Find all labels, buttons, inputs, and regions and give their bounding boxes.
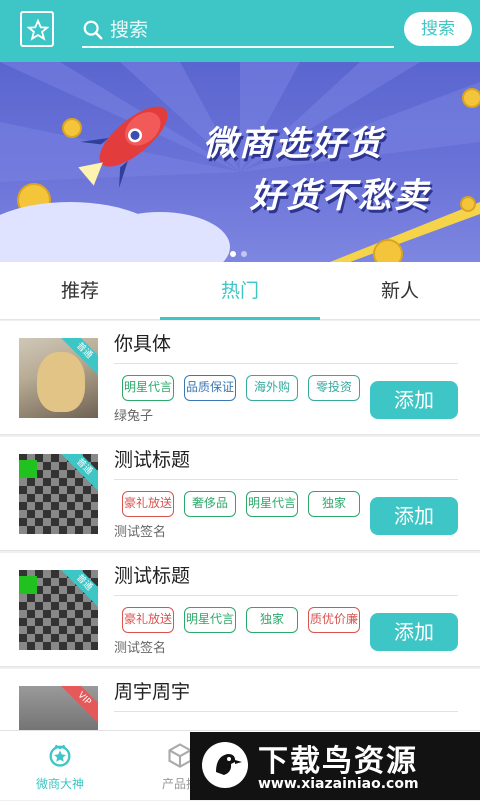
divider (114, 711, 458, 712)
bird-icon (216, 754, 242, 775)
search-icon (83, 20, 103, 40)
site-watermark: 下载鸟资源 www.xiazainiao.com (190, 732, 480, 800)
tag: 零投资 (308, 375, 360, 401)
list-item[interactable]: 普通 测试标题 豪礼放送 奢侈品 明星代言 独家 测试签名 添加 (0, 437, 480, 551)
tag: 豪礼放送 (122, 491, 174, 517)
banner-headline-2: 好货不愁卖 (250, 176, 430, 216)
item-title: 你具体 (114, 333, 172, 355)
placeholder-marker (19, 460, 37, 478)
carousel-dot[interactable] (230, 251, 236, 257)
add-button[interactable]: 添加 (370, 613, 458, 651)
item-thumbnail: 普通 (19, 454, 98, 534)
item-thumbnail: 普通 (19, 570, 98, 650)
bird-logo-icon (202, 742, 248, 788)
tag: 明星代言 (246, 491, 298, 517)
tier-ribbon: 普通 (57, 454, 98, 494)
badge-icon (49, 744, 71, 767)
tag: 质优价廉 (308, 607, 360, 633)
tag: 独家 (308, 491, 360, 517)
tag: 豪礼放送 (122, 607, 174, 633)
tag: 海外购 (246, 375, 298, 401)
category-tabs: 推荐 热门 新人 (0, 262, 480, 320)
item-signature: 测试签名 (114, 525, 167, 540)
tab-recommended[interactable]: 推荐 (0, 262, 160, 320)
item-title: 测试标题 (114, 449, 191, 471)
promo-banner[interactable]: 微商选好货 好货不愁卖 (0, 62, 480, 262)
item-title: 测试标题 (114, 565, 191, 587)
item-signature: 测试签名 (114, 641, 167, 656)
add-button[interactable]: 添加 (370, 381, 458, 419)
carousel-dot[interactable] (241, 251, 247, 257)
divider (114, 479, 458, 480)
divider (114, 363, 458, 364)
tag: 品质保证 (184, 375, 236, 401)
item-signature: 绿兔子 (114, 409, 154, 424)
watermark-url: www.xiazainiao.com (258, 776, 419, 792)
tab-hot[interactable]: 热门 (160, 262, 320, 320)
tag: 奢侈品 (184, 491, 236, 517)
tag: 明星代言 (184, 607, 236, 633)
tag: 明星代言 (122, 375, 174, 401)
nav-item-weishang-master[interactable]: 微商大神 (0, 731, 120, 801)
nav-label: 微商大神 (35, 777, 84, 791)
banner-headline-1: 微商选好货 (203, 124, 383, 164)
tag: 独家 (246, 607, 298, 633)
tier-ribbon: VIP (57, 686, 98, 726)
item-thumbnail: 普通 (19, 338, 98, 418)
list-item[interactable]: 普通 你具体 明星代言 品质保证 海外购 零投资 绿兔子 添加 (0, 321, 480, 435)
add-button[interactable]: 添加 (370, 497, 458, 535)
placeholder-marker (19, 576, 37, 594)
divider (114, 595, 458, 596)
watermark-title: 下载鸟资源 (258, 744, 418, 779)
top-bar: 搜索 (0, 0, 480, 62)
carousel-indicator (230, 242, 252, 261)
list-item[interactable]: 普通 测试标题 豪礼放送 明星代言 独家 质优价廉 测试签名 添加 (0, 553, 480, 667)
search-input[interactable] (110, 16, 380, 44)
tier-ribbon: 普通 (57, 570, 98, 610)
tab-new[interactable]: 新人 (320, 262, 480, 320)
star-icon (27, 19, 49, 41)
search-button[interactable]: 搜索 (404, 12, 472, 46)
search-underline (82, 46, 394, 48)
item-title: 周宇周宇 (114, 681, 191, 703)
dog-photo (37, 352, 85, 412)
favorites-star-icon[interactable] (20, 11, 54, 47)
